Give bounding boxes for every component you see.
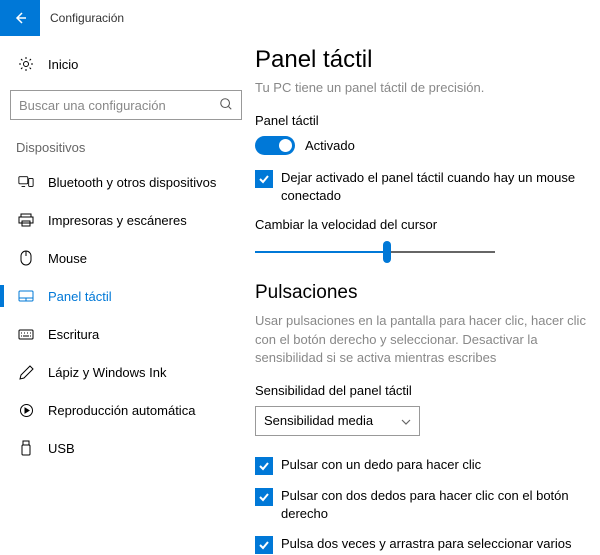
- tap-two-fingers-checkbox[interactable]: [255, 488, 273, 506]
- tap-two-fingers-label: Pulsar con dos dedos para hacer clic con…: [281, 487, 595, 523]
- keyboard-icon: [16, 329, 36, 340]
- sensitivity-label: Sensibilidad del panel táctil: [255, 383, 595, 398]
- sidebar-item-label: Lápiz y Windows Ink: [48, 365, 167, 380]
- touchpad-icon: [16, 290, 36, 302]
- keep-on-mouse-checkbox[interactable]: [255, 170, 273, 188]
- sidebar-item-printers[interactable]: Impresoras y escáneres: [10, 201, 245, 239]
- sensitivity-dropdown[interactable]: Sensibilidad media: [255, 406, 420, 436]
- home-label: Inicio: [48, 57, 78, 72]
- autoplay-icon: [16, 403, 36, 418]
- printer-icon: [16, 213, 36, 227]
- sensitivity-value: Sensibilidad media: [264, 413, 373, 428]
- page-title: Panel táctil: [255, 46, 595, 74]
- arrow-left-icon: [12, 10, 28, 26]
- main-content: Panel táctil Tu PC tiene un panel táctil…: [255, 36, 600, 555]
- chevron-down-icon: [401, 413, 411, 428]
- sidebar-item-typing[interactable]: Escritura: [10, 315, 245, 353]
- taps-heading: Pulsaciones: [255, 282, 595, 304]
- mouse-icon: [16, 250, 36, 266]
- sidebar-item-label: Impresoras y escáneres: [48, 213, 187, 228]
- sidebar-item-autoplay[interactable]: Reproducción automática: [10, 391, 245, 429]
- slider-fill: [255, 251, 387, 253]
- slider-thumb[interactable]: [383, 241, 391, 263]
- sidebar-item-pen[interactable]: Lápiz y Windows Ink: [10, 353, 245, 391]
- sidebar-item-label: Escritura: [48, 327, 99, 342]
- tap-one-finger-label: Pulsar con un dedo para hacer clic: [281, 456, 481, 474]
- sidebar-item-label: Mouse: [48, 251, 87, 266]
- sidebar-item-label: USB: [48, 441, 75, 456]
- sidebar-item-label: Bluetooth y otros dispositivos: [48, 175, 216, 190]
- tap-one-finger-checkbox[interactable]: [255, 457, 273, 475]
- touchpad-toggle[interactable]: [255, 136, 295, 155]
- search-input[interactable]: [19, 98, 219, 113]
- slider-track: [255, 251, 495, 253]
- tap-drag-select-checkbox[interactable]: [255, 536, 273, 554]
- keep-on-mouse-label: Dejar activado el panel táctil cuando ha…: [281, 169, 595, 205]
- pen-icon: [16, 365, 36, 380]
- devices-icon: [16, 175, 36, 189]
- search-box[interactable]: [10, 90, 242, 120]
- window-title: Configuración: [40, 11, 124, 25]
- sidebar-item-touchpad[interactable]: Panel táctil: [10, 277, 245, 315]
- sidebar-item-label: Panel táctil: [48, 289, 112, 304]
- usb-icon: [16, 440, 36, 456]
- sidebar-group-label: Dispositivos: [10, 140, 245, 155]
- touchpad-toggle-label: Panel táctil: [255, 113, 595, 128]
- sidebar-item-usb[interactable]: USB: [10, 429, 245, 467]
- page-subtitle: Tu PC tiene un panel táctil de precisión…: [255, 80, 595, 95]
- sidebar-item-label: Reproducción automática: [48, 403, 195, 418]
- sidebar-item-bluetooth[interactable]: Bluetooth y otros dispositivos: [10, 163, 245, 201]
- sidebar-item-mouse[interactable]: Mouse: [10, 239, 245, 277]
- tap-drag-select-label: Pulsa dos veces y arrastra para seleccio…: [281, 535, 595, 555]
- home-button[interactable]: Inicio: [10, 46, 245, 82]
- search-icon: [219, 97, 233, 114]
- window-header: Configuración: [0, 0, 600, 36]
- cursor-speed-label: Cambiar la velocidad del cursor: [255, 217, 595, 232]
- gear-icon: [16, 56, 36, 72]
- taps-description: Usar pulsaciones en la pantalla para hac…: [255, 312, 595, 367]
- back-button[interactable]: [0, 0, 40, 36]
- sidebar: Inicio Dispositivos Bluetooth y otros di…: [0, 36, 255, 555]
- touchpad-toggle-state: Activado: [305, 138, 355, 153]
- cursor-speed-slider[interactable]: [255, 242, 495, 262]
